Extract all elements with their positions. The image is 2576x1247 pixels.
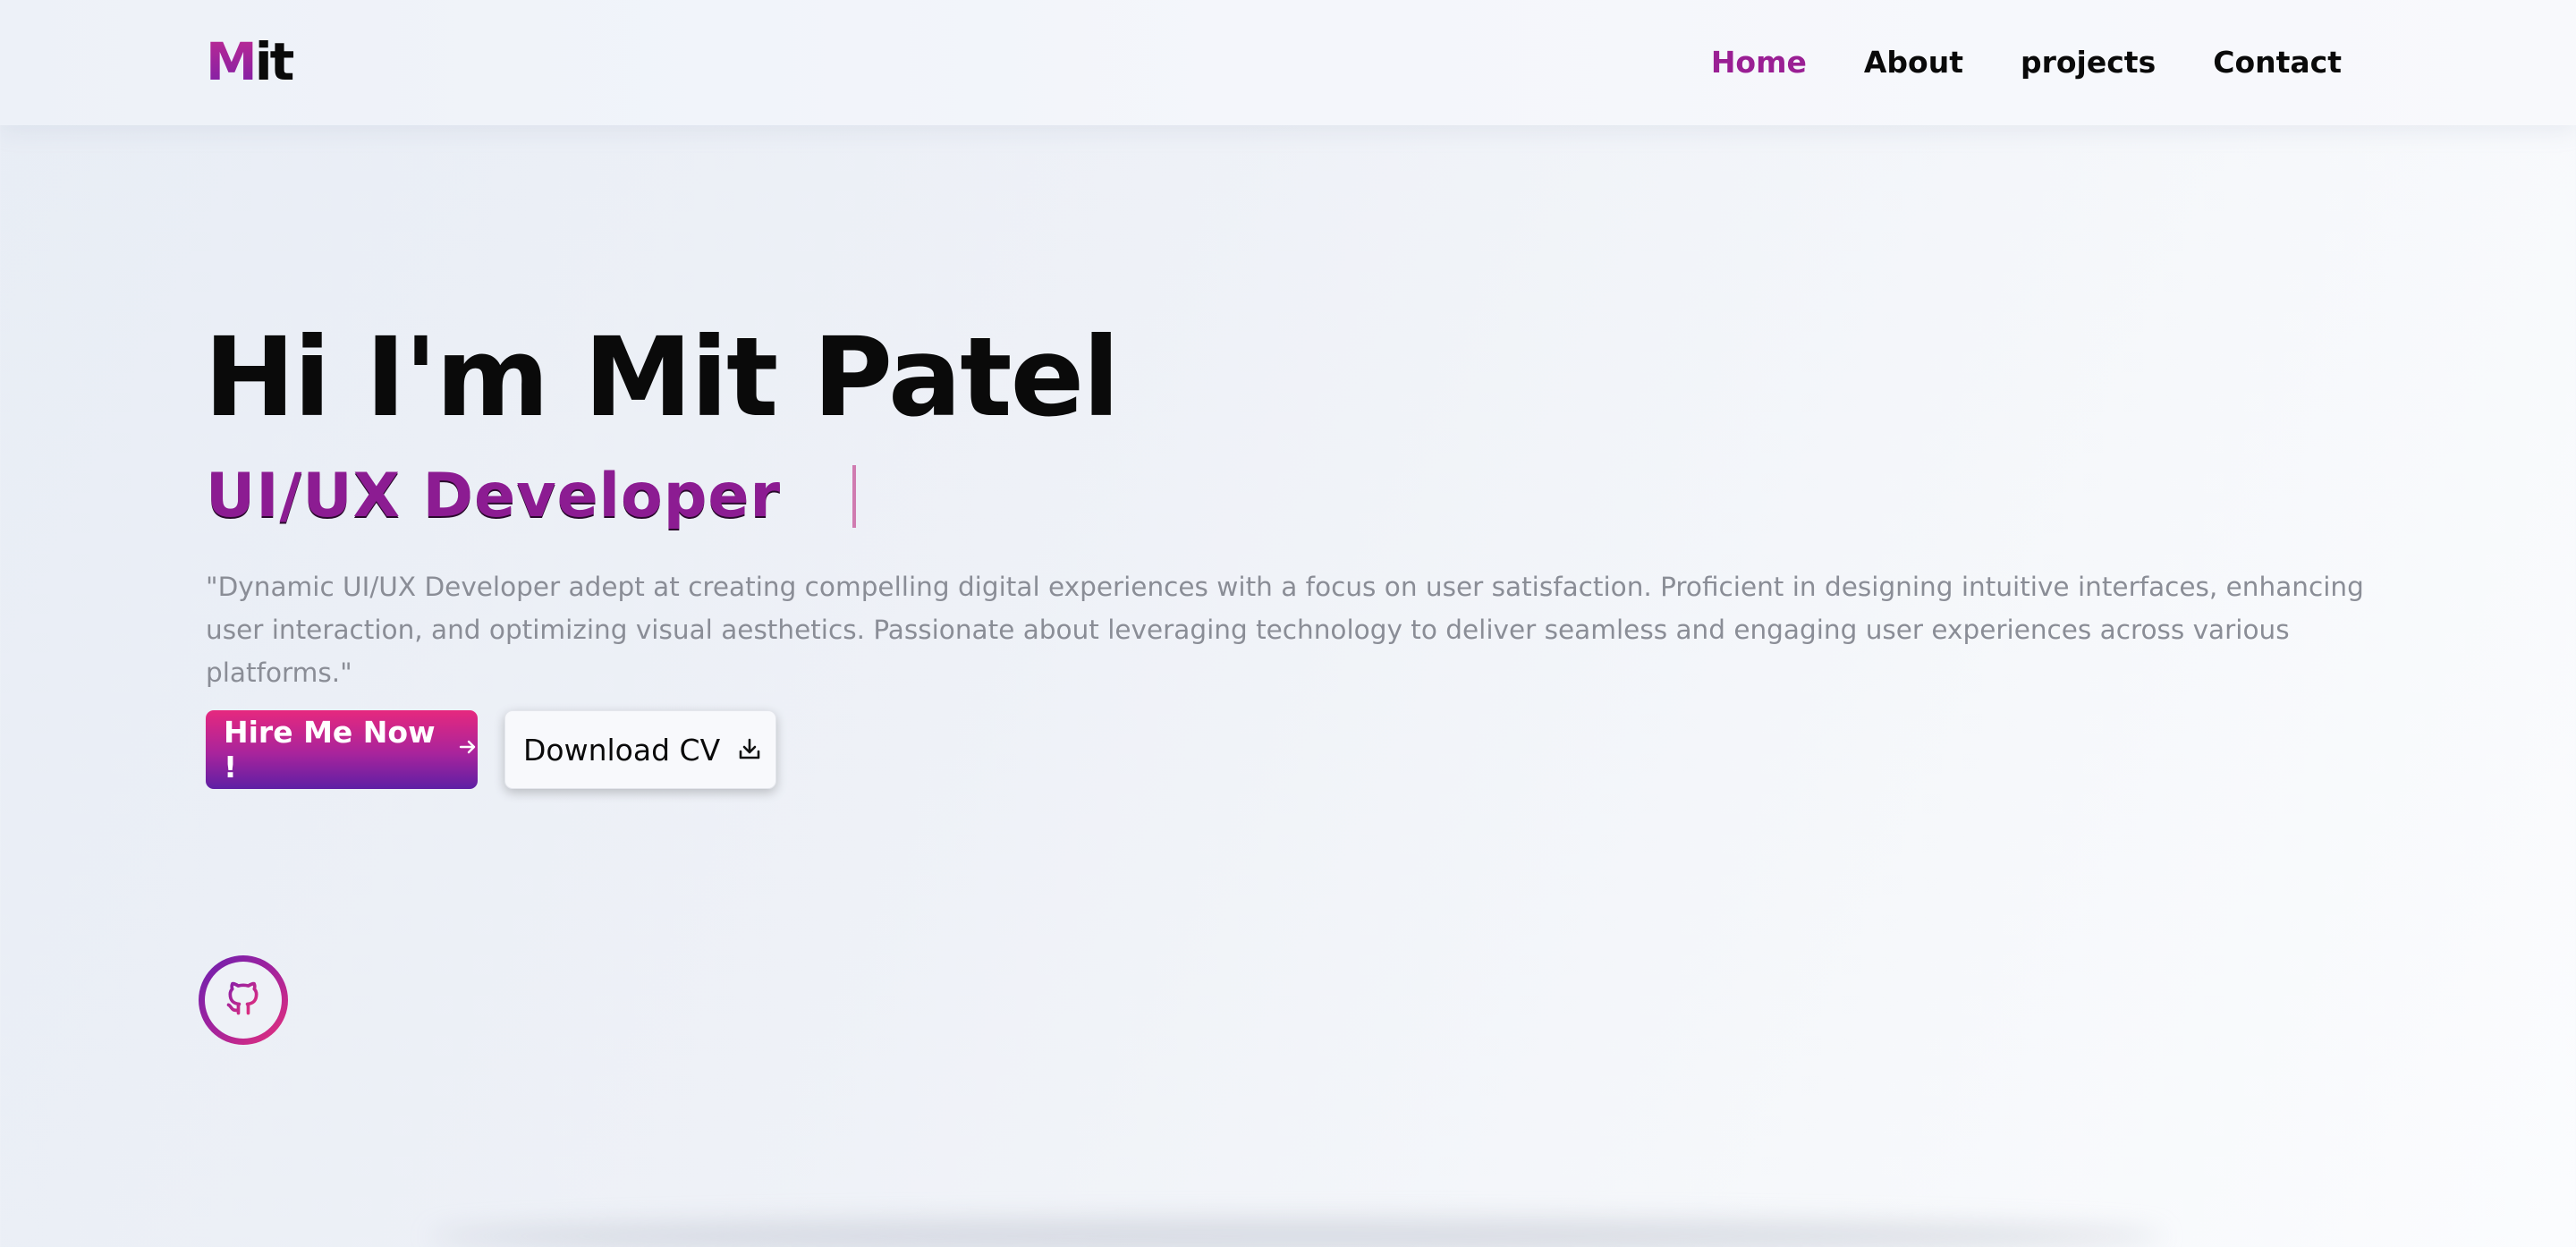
section-divider-shadow xyxy=(429,1218,2165,1247)
nav-contact[interactable]: Contact xyxy=(2213,41,2342,84)
download-cv-button[interactable]: Download CV xyxy=(504,710,776,789)
hero-description: "Dynamic UI/UX Developer adept at creati… xyxy=(206,572,2364,688)
github-link-inner xyxy=(205,962,282,1039)
arrow-right-icon xyxy=(458,736,478,763)
download-cv-label: Download CV xyxy=(523,732,721,768)
logo[interactable]: Mit xyxy=(206,30,295,93)
role-text: UI/UX Developer xyxy=(206,461,782,531)
main-nav: Home About projects Contact xyxy=(1711,41,2342,84)
hero-title: Hi I'm Mit Patel xyxy=(204,314,1120,441)
nav-about[interactable]: About xyxy=(1864,41,1963,84)
cta-buttons: Hire Me Now ! Download CV xyxy=(206,710,776,789)
nav-projects[interactable]: projects xyxy=(2021,41,2156,84)
logo-first-letter: M xyxy=(206,31,258,92)
download-icon xyxy=(736,736,763,763)
logo-rest: it xyxy=(254,31,295,92)
hire-me-button[interactable]: Hire Me Now ! xyxy=(206,710,478,789)
github-icon xyxy=(224,979,263,1022)
typing-cursor xyxy=(852,465,856,528)
role-row: UI/UX Developer xyxy=(206,456,856,537)
hire-me-label: Hire Me Now ! xyxy=(224,715,436,785)
nav-home[interactable]: Home xyxy=(1711,41,1807,84)
github-link[interactable] xyxy=(199,955,288,1045)
site-header: Mit Home About projects Contact xyxy=(0,0,2576,125)
